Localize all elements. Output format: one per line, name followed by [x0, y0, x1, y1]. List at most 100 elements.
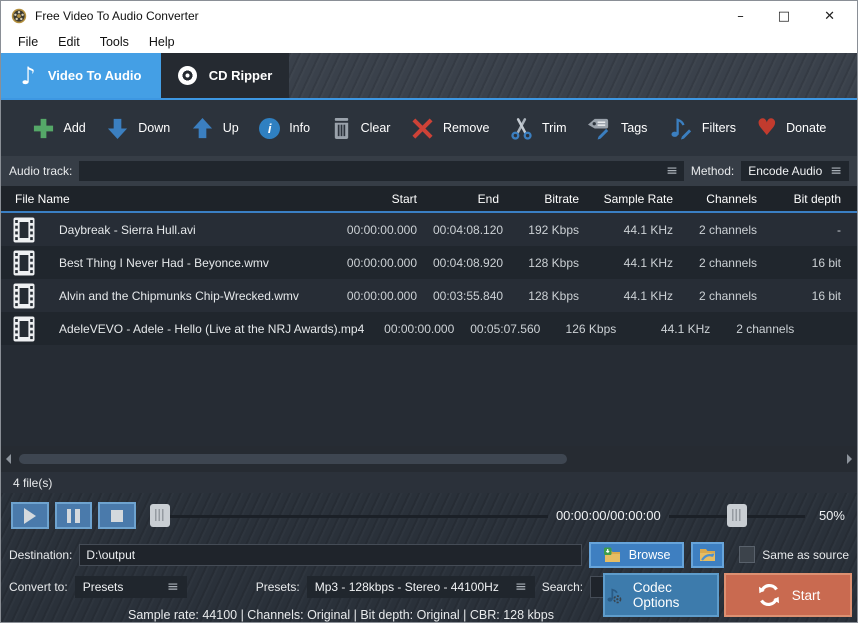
scroll-left-icon[interactable]: [6, 454, 11, 464]
codec-options-button[interactable]: Codec Options: [603, 573, 719, 617]
horizontal-scrollbar[interactable]: [1, 446, 857, 472]
cd-icon: [178, 66, 197, 85]
table-row[interactable]: Daybreak - Sierra Hull.avi 00:00:00.000 …: [1, 213, 857, 246]
scrollbar-thumb[interactable]: [19, 454, 567, 464]
note-pencil-icon: [668, 117, 693, 140]
presets-label: Presets:: [256, 580, 300, 594]
info-button[interactable]: i Info: [259, 118, 310, 139]
menu-file[interactable]: File: [9, 33, 47, 51]
destination-input[interactable]: [79, 544, 581, 566]
film-icon: [13, 283, 35, 309]
arrow-up-icon: [191, 117, 214, 140]
x-icon: [411, 117, 434, 140]
add-button[interactable]: Add: [32, 117, 86, 140]
hamburger-icon: ≡: [666, 164, 678, 178]
table-row[interactable]: Best Thing I Never Had - Beyonce.wmv 00:…: [1, 246, 857, 279]
player-row: 00:00:00/00:00:00 50%: [1, 493, 857, 538]
seek-slider-thumb[interactable]: [150, 504, 170, 527]
browse-button[interactable]: Browse: [589, 542, 685, 568]
close-button[interactable]: ✕: [824, 9, 835, 24]
window-title: Free Video To Audio Converter: [35, 9, 737, 23]
destination-row: Destination: Browse: [1, 538, 857, 571]
file-name: Daybreak - Sierra Hull.avi: [59, 223, 196, 237]
encode-summary: Sample rate: 44100 | Channels: Original …: [1, 608, 641, 622]
method-select[interactable]: Encode Audio ≡: [741, 161, 849, 181]
table-row[interactable]: Alvin and the Chipmunks Chip-Wrecked.wmv…: [1, 279, 857, 312]
col-channels[interactable]: Channels: [689, 192, 773, 206]
col-start[interactable]: Start: [343, 192, 433, 206]
stop-button[interactable]: [98, 502, 136, 529]
menu-bar: File Edit Tools Help: [1, 31, 857, 53]
convert-type-select[interactable]: Presets ≡: [75, 576, 187, 598]
volume-percent: 50%: [805, 508, 847, 523]
destination-label: Destination:: [9, 548, 72, 562]
scroll-right-icon[interactable]: [847, 454, 852, 464]
app-icon: [11, 8, 27, 24]
move-up-button[interactable]: Up: [191, 117, 239, 140]
title-bar: Free Video To Audio Converter – □ ✕: [1, 1, 857, 31]
film-icon: [13, 250, 35, 276]
hamburger-icon: ≡: [167, 580, 179, 594]
status-bar: 4 file(s): [1, 472, 857, 493]
scissors-icon: [510, 117, 533, 140]
playback-time: 00:00:00/00:00:00: [548, 508, 669, 523]
file-count: 4 file(s): [13, 476, 52, 490]
trash-icon: [331, 117, 352, 140]
info-icon: i: [259, 118, 280, 139]
file-table: Daybreak - Sierra Hull.avi 00:00:00.000 …: [1, 213, 857, 446]
tab-cd-ripper[interactable]: CD Ripper: [161, 53, 289, 98]
menu-help[interactable]: Help: [140, 33, 184, 51]
file-table-header: File Name Start End Bitrate Sample Rate …: [1, 186, 857, 213]
hamburger-icon: ≡: [830, 164, 842, 178]
tab-label: Video To Audio: [48, 68, 142, 83]
col-bit-depth[interactable]: Bit depth: [773, 192, 857, 206]
file-name: AdeleVEVO - Adele - Hello (Live at the N…: [59, 322, 364, 336]
open-folder-button[interactable]: [691, 542, 723, 568]
pause-button[interactable]: [55, 502, 93, 529]
move-down-button[interactable]: Down: [106, 117, 170, 140]
maximize-button[interactable]: □: [778, 9, 790, 24]
menu-edit[interactable]: Edit: [49, 33, 89, 51]
col-file-name[interactable]: File Name: [1, 192, 343, 206]
bottom-panel: 00:00:00/00:00:00 50% Destination: Brows…: [1, 493, 857, 623]
refresh-icon: [756, 582, 782, 608]
pause-icon: [67, 509, 80, 523]
play-button[interactable]: [11, 502, 49, 529]
same-as-source-checkbox[interactable]: [739, 546, 756, 563]
app-window: Free Video To Audio Converter – □ ✕ File…: [0, 0, 858, 623]
same-as-source-label: Same as source: [762, 548, 849, 562]
donate-button[interactable]: ♥ Donate: [756, 117, 826, 140]
presets-select[interactable]: Mp3 - 128kbps - Stereo - 44100Hz ≡: [307, 576, 535, 598]
tab-video-to-audio[interactable]: ♪ Video To Audio: [1, 53, 161, 98]
table-row[interactable]: AdeleVEVO - Adele - Hello (Live at the N…: [1, 312, 857, 345]
hamburger-icon: ≡: [515, 580, 527, 594]
note-gear-icon: [605, 586, 623, 605]
filters-button[interactable]: Filters: [668, 117, 736, 140]
tag-icon: [587, 117, 612, 140]
toolbar: Add Down Up i Info Clear Remove: [1, 100, 857, 156]
plus-icon: [32, 117, 55, 140]
convert-to-label: Convert to:: [9, 580, 68, 594]
seek-slider[interactable]: [150, 504, 548, 528]
audio-track-label: Audio track:: [9, 164, 72, 178]
audio-track-select[interactable]: ≡: [79, 161, 683, 181]
arrow-down-icon: [106, 117, 129, 140]
stop-icon: [111, 510, 123, 522]
film-icon: [13, 316, 35, 342]
clear-button[interactable]: Clear: [331, 117, 391, 140]
file-name: Alvin and the Chipmunks Chip-Wrecked.wmv: [59, 289, 299, 303]
remove-button[interactable]: Remove: [411, 117, 490, 140]
trim-button[interactable]: Trim: [510, 117, 567, 140]
tab-strip: ♪ Video To Audio CD Ripper: [1, 53, 857, 100]
col-end[interactable]: End: [433, 192, 515, 206]
play-icon: [24, 508, 36, 524]
volume-slider-thumb[interactable]: [727, 504, 747, 527]
tags-button[interactable]: Tags: [587, 117, 647, 140]
start-button[interactable]: Start: [724, 573, 852, 617]
menu-tools[interactable]: Tools: [91, 33, 138, 51]
col-bitrate[interactable]: Bitrate: [515, 192, 595, 206]
volume-slider[interactable]: [669, 504, 806, 528]
minimize-button[interactable]: –: [737, 9, 744, 24]
heart-icon: ♥: [756, 117, 777, 140]
col-sample-rate[interactable]: Sample Rate: [595, 192, 689, 206]
